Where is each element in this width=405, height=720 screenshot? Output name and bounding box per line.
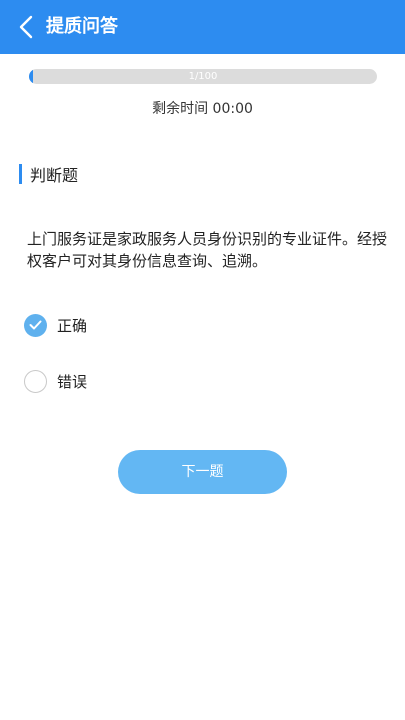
option-label: 错误: [57, 372, 88, 391]
page-title: 提质问答: [46, 16, 118, 37]
question-type-marker: [19, 164, 22, 184]
chevron-left-icon: [19, 15, 33, 39]
question-text: 上门服务证是家政服务人员身份识别的专业证件。经授权客户可对其身份信息查询、追溯。: [27, 230, 388, 270]
remaining-time: 剩余时间 00:00: [152, 101, 253, 117]
question-type-label: 判断题: [30, 166, 79, 185]
radio-checked-icon[interactable]: [24, 313, 47, 337]
progress-bar: 1/100: [29, 69, 377, 84]
app-header: 提质问答: [0, 0, 405, 54]
option-label: 正确: [57, 316, 88, 335]
progress-text: 1/100: [188, 71, 218, 82]
radio-unchecked-icon[interactable]: [24, 369, 47, 393]
option-false[interactable]: 错误: [24, 368, 87, 394]
back-button[interactable]: [14, 13, 38, 41]
next-question-button[interactable]: 下一题: [118, 450, 287, 494]
option-true[interactable]: 正确: [24, 312, 87, 338]
check-icon: [29, 320, 42, 330]
question-type: 判断题: [19, 163, 78, 185]
